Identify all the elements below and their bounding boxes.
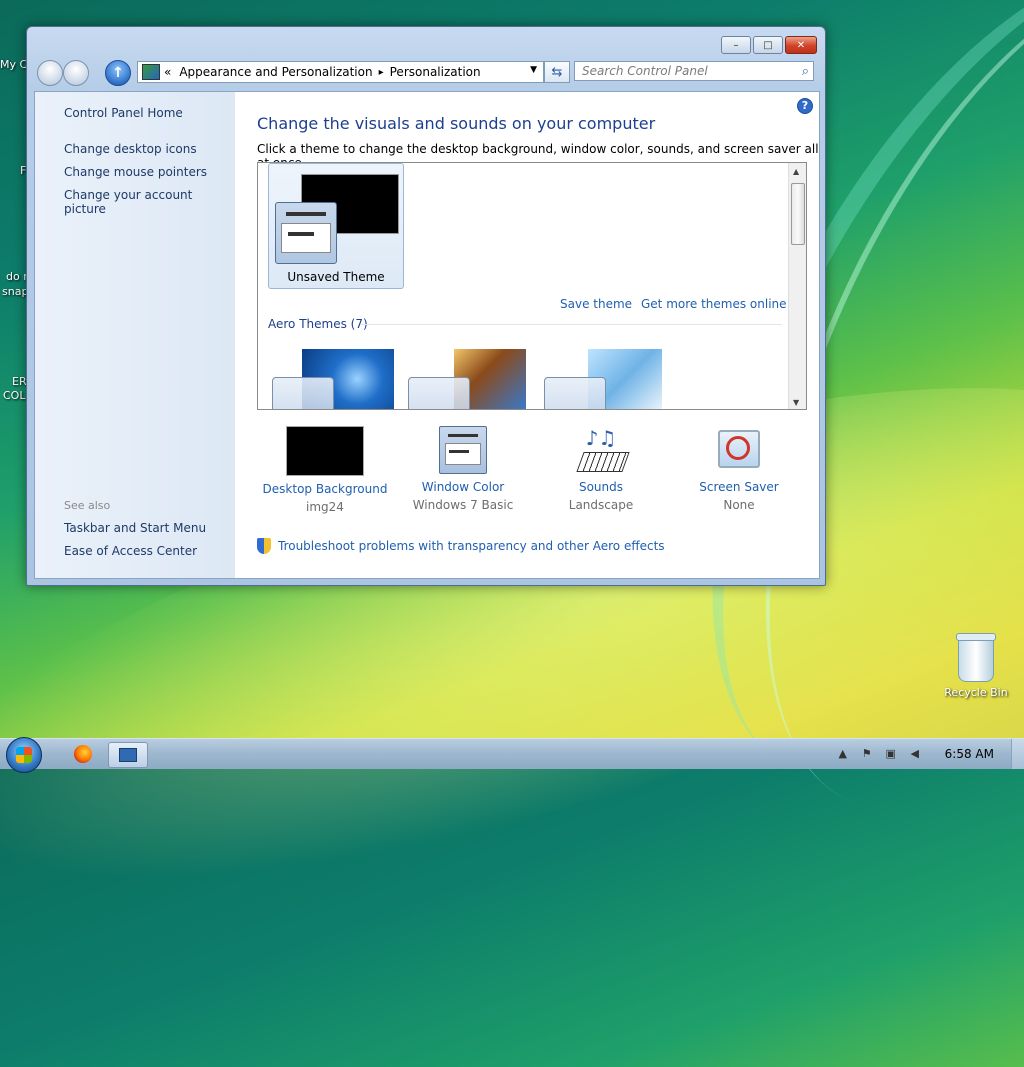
aero-themes-heading: Aero Themes (7) — [268, 317, 368, 331]
screen-saver-value: None — [723, 498, 755, 512]
left-pane: Control Panel Home Change desktop icons … — [35, 92, 235, 578]
theme-list: Unsaved Theme Save theme Get more themes… — [257, 162, 807, 410]
desktop-icon-label[interactable]: ER — [12, 375, 27, 388]
screen-saver-icon — [714, 426, 764, 474]
change-account-picture-link[interactable]: Change your account picture — [64, 188, 235, 216]
desktop-background-setting[interactable]: Desktop Background img24 — [255, 426, 395, 514]
troubleshoot-link[interactable]: Troubleshoot problems with transparency … — [278, 539, 665, 553]
breadcrumb-item-appearance[interactable]: Appearance and Personalization — [179, 65, 372, 79]
volume-icon[interactable]: ◀ — [907, 747, 923, 761]
show-desktop-button[interactable] — [1011, 739, 1024, 769]
recycle-bin-label: Recycle Bin — [944, 686, 1008, 699]
control-panel-home-link[interactable]: Control Panel Home — [64, 106, 183, 120]
chevron-down-icon[interactable]: ▼ — [530, 65, 537, 75]
up-button[interactable]: ↑ — [105, 60, 131, 86]
clock[interactable]: 6:58 AM — [945, 747, 994, 761]
aero-theme-window-preview — [272, 377, 334, 409]
refresh-button[interactable]: ⇆ — [544, 61, 570, 83]
taskbar: ▲ ⚑ ▣ ◀ 6:58 AM — [0, 737, 1024, 773]
help-icon[interactable]: ? — [797, 98, 813, 114]
window-color-setting[interactable]: Window Color Windows 7 Basic — [393, 426, 533, 512]
taskbar-start-menu-link[interactable]: Taskbar and Start Menu — [64, 521, 206, 535]
search-icon[interactable]: ⌕ — [802, 64, 809, 79]
desktop-background-icon — [286, 426, 364, 476]
screen-saver-setting[interactable]: Screen Saver None — [669, 426, 809, 512]
breadcrumb-separator[interactable]: ▸ — [379, 67, 384, 78]
taskbar-control-panel[interactable] — [108, 742, 148, 768]
get-more-themes-link[interactable]: Get more themes online — [641, 297, 787, 311]
desktop-icon-label[interactable]: COL — [3, 389, 25, 402]
action-center-icon[interactable]: ⚑ — [859, 747, 875, 761]
system-tray: ▲ ⚑ ▣ ◀ 6:58 AM — [831, 739, 1024, 769]
window-color-value: Windows 7 Basic — [412, 498, 514, 512]
network-icon[interactable]: ▣ — [883, 747, 899, 761]
sounds-setting[interactable]: ♪♫ Sounds Landscape — [531, 426, 671, 512]
content-area: Control Panel Home Change desktop icons … — [34, 91, 820, 579]
address-bar[interactable]: « Appearance and Personalization ▸ Perso… — [137, 61, 544, 83]
save-theme-link[interactable]: Save theme — [560, 297, 632, 311]
breadcrumb-overflow[interactable]: « — [164, 65, 171, 79]
navigation-bar: ↑ « Appearance and Personalization ▸ Per… — [35, 59, 817, 87]
search-input[interactable]: Search Control Panel ⌕ — [574, 61, 814, 81]
breadcrumb-item-personalization[interactable]: Personalization — [390, 65, 481, 79]
desktop-background-link[interactable]: Desktop Background — [255, 482, 395, 496]
desktop-background-value: img24 — [306, 500, 344, 514]
sounds-icon: ♪♫ — [576, 426, 630, 474]
maximize-button[interactable]: □ — [753, 36, 783, 54]
control-panel-icon — [119, 748, 137, 762]
theme-window-preview — [275, 202, 337, 264]
recycle-bin-icon — [956, 633, 996, 682]
sounds-link[interactable]: Sounds — [531, 480, 671, 494]
forward-button[interactable] — [63, 60, 89, 86]
scroll-down-icon[interactable]: ▼ — [793, 398, 799, 407]
taskbar-firefox[interactable] — [64, 742, 102, 766]
shield-icon — [257, 538, 271, 554]
scrollbar-thumb[interactable] — [791, 183, 805, 245]
unsaved-theme-label: Unsaved Theme — [287, 270, 385, 284]
screen-saver-link[interactable]: Screen Saver — [669, 480, 809, 494]
page-title: Change the visuals and sounds on your co… — [257, 114, 656, 133]
control-panel-window[interactable]: – □ ✕ ↑ « Appearance and Personalization… — [26, 26, 826, 586]
see-also-label: See also — [64, 499, 111, 512]
change-desktop-icons-link[interactable]: Change desktop icons — [64, 142, 197, 156]
window-color-link[interactable]: Window Color — [393, 480, 533, 494]
ease-of-access-link[interactable]: Ease of Access Center — [64, 544, 197, 558]
control-panel-icon — [142, 64, 160, 80]
sounds-value: Landscape — [568, 498, 634, 512]
desktop-icon-label[interactable]: My C — [0, 58, 27, 71]
scroll-up-icon[interactable]: ▲ — [793, 167, 799, 176]
change-mouse-pointers-link[interactable]: Change mouse pointers — [64, 165, 207, 179]
minimize-button[interactable]: – — [721, 36, 751, 54]
aero-theme-window-preview — [544, 377, 606, 409]
desktop-icon-label[interactable]: snap — [2, 285, 28, 298]
unsaved-theme-tile[interactable]: Unsaved Theme — [268, 163, 404, 289]
section-divider — [360, 324, 782, 325]
theme-list-scrollbar[interactable]: ▲ ▼ — [788, 163, 806, 409]
window-color-icon — [439, 426, 487, 474]
search-placeholder: Search Control Panel — [582, 64, 708, 78]
close-button[interactable]: ✕ — [785, 36, 817, 54]
show-hidden-icons-icon[interactable]: ▲ — [835, 747, 851, 761]
aero-theme-window-preview — [408, 377, 470, 409]
back-button[interactable] — [37, 60, 63, 86]
caption-buttons: – □ ✕ — [719, 36, 817, 54]
firefox-icon — [74, 745, 92, 763]
recycle-bin[interactable]: Recycle Bin — [940, 633, 1012, 699]
